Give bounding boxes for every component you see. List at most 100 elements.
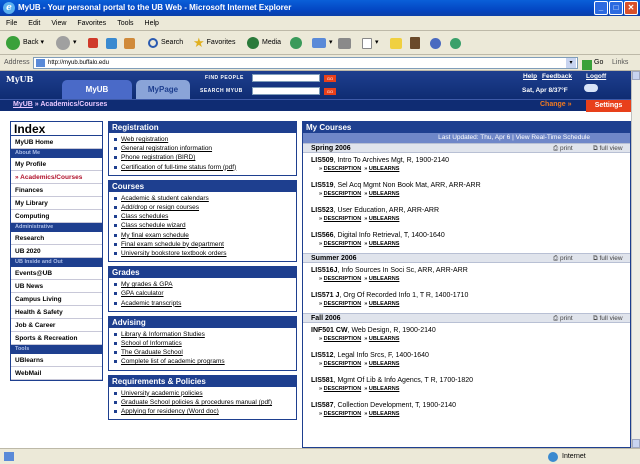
research-button[interactable] bbox=[410, 35, 423, 51]
discuss-button[interactable] bbox=[390, 35, 405, 51]
address-input[interactable]: http://myub.buffalo.edu ▾ bbox=[33, 57, 578, 69]
search-button[interactable]: Search bbox=[148, 35, 183, 51]
ublearns-link[interactable]: UBLEARNS bbox=[369, 336, 400, 342]
menu-file[interactable]: File bbox=[6, 20, 17, 27]
full-view-link[interactable]: ⧉ full view bbox=[593, 144, 623, 154]
link-item[interactable]: Graduate School policies & procedures ma… bbox=[113, 398, 294, 407]
index-item[interactable]: Finances bbox=[11, 184, 102, 197]
description-link[interactable]: DESCRIPTION bbox=[324, 191, 362, 197]
ublearns-link[interactable]: UBLEARNS bbox=[369, 241, 400, 247]
search-myub-input[interactable] bbox=[252, 87, 320, 95]
links-label[interactable]: Links bbox=[612, 55, 628, 71]
menu-favorites[interactable]: Favorites bbox=[77, 20, 106, 27]
description-link[interactable]: DESCRIPTION bbox=[324, 411, 362, 417]
link-item[interactable]: Class schedules bbox=[113, 212, 294, 221]
index-item[interactable]: UB 2020 bbox=[11, 245, 102, 258]
index-item[interactable]: Computing bbox=[11, 210, 102, 223]
link-item[interactable]: Phone registration (BIRD) bbox=[113, 153, 294, 162]
description-link[interactable]: DESCRIPTION bbox=[324, 166, 362, 172]
index-item[interactable]: » Academics/Courses bbox=[11, 171, 102, 184]
vertical-scrollbar[interactable] bbox=[631, 71, 640, 448]
course-code[interactable]: INF501 CW bbox=[311, 327, 348, 334]
refresh-button[interactable] bbox=[106, 35, 120, 51]
link-item[interactable]: Applying for residency (Word doc) bbox=[113, 407, 294, 416]
go-button[interactable]: Go bbox=[582, 55, 603, 71]
home-button[interactable] bbox=[124, 35, 138, 51]
link-item[interactable]: Class schedule wizard bbox=[113, 221, 294, 230]
link-item[interactable]: Final exam schedule by department bbox=[113, 240, 294, 249]
menu-edit[interactable]: Edit bbox=[28, 20, 40, 27]
people-button[interactable] bbox=[450, 35, 464, 51]
description-link[interactable]: DESCRIPTION bbox=[324, 336, 362, 342]
link-item[interactable]: Academic transcripts bbox=[113, 299, 294, 308]
help-link[interactable]: Help bbox=[523, 73, 537, 80]
history-button[interactable] bbox=[290, 35, 305, 51]
description-link[interactable]: DESCRIPTION bbox=[324, 386, 362, 392]
tab-mypage[interactable]: MyPage bbox=[136, 80, 190, 99]
link-item[interactable]: General registration information bbox=[113, 144, 294, 153]
index-item[interactable]: UBlearns bbox=[11, 354, 102, 367]
forward-button[interactable]: ▾ bbox=[56, 35, 77, 51]
ublearns-link[interactable]: UBLEARNS bbox=[369, 191, 400, 197]
index-item[interactable]: Campus Living bbox=[11, 293, 102, 306]
description-link[interactable]: DESCRIPTION bbox=[324, 301, 362, 307]
print-link[interactable]: ⎙ print bbox=[553, 254, 573, 264]
description-link[interactable]: DESCRIPTION bbox=[324, 276, 362, 282]
link-item[interactable]: School of Informatics bbox=[113, 339, 294, 348]
course-code[interactable]: LIS571 J bbox=[311, 292, 339, 299]
print-button[interactable] bbox=[338, 35, 354, 51]
menu-help[interactable]: Help bbox=[145, 20, 159, 27]
edit-button[interactable]: ▾ bbox=[362, 35, 379, 51]
find-people-go-button[interactable]: GO bbox=[324, 75, 336, 82]
mail-button[interactable]: ▾ bbox=[312, 35, 333, 51]
change-link[interactable]: Change » bbox=[540, 101, 572, 108]
description-link[interactable]: DESCRIPTION bbox=[324, 361, 362, 367]
ublearns-link[interactable]: UBLEARNS bbox=[369, 166, 400, 172]
media-button[interactable]: Media bbox=[247, 35, 281, 51]
settings-button[interactable]: Settings bbox=[586, 100, 631, 112]
myub-logo[interactable]: MyUB bbox=[6, 74, 33, 84]
ublearns-link[interactable]: UBLEARNS bbox=[369, 216, 400, 222]
course-code[interactable]: LIS519 bbox=[311, 182, 334, 189]
ublearns-link[interactable]: UBLEARNS bbox=[369, 301, 400, 307]
print-link[interactable]: ⎙ print bbox=[553, 314, 573, 324]
logoff-link[interactable]: Logoff bbox=[586, 73, 606, 80]
course-code[interactable]: LIS566 bbox=[311, 232, 334, 239]
ublearns-link[interactable]: UBLEARNS bbox=[369, 386, 400, 392]
index-item[interactable]: Job & Career bbox=[11, 319, 102, 332]
course-code[interactable]: LIS516J bbox=[311, 267, 337, 274]
messenger-button[interactable] bbox=[430, 35, 444, 51]
description-link[interactable]: DESCRIPTION bbox=[324, 241, 362, 247]
link-item[interactable]: The Graduate School bbox=[113, 348, 294, 357]
link-item[interactable]: Academic & student calendars bbox=[113, 194, 294, 203]
last-updated[interactable]: Last Updated: Thu, Apr 6 | View Real-Tim… bbox=[303, 133, 630, 143]
link-item[interactable]: Certification of full-time status form (… bbox=[113, 163, 294, 172]
stop-button[interactable] bbox=[88, 35, 101, 51]
menu-view[interactable]: View bbox=[51, 20, 66, 27]
course-code[interactable]: LIS509 bbox=[311, 157, 334, 164]
course-code[interactable]: LIS587 bbox=[311, 402, 334, 409]
index-item[interactable]: Health & Safety bbox=[11, 306, 102, 319]
menu-tools[interactable]: Tools bbox=[117, 20, 133, 27]
find-people-input[interactable] bbox=[252, 74, 320, 82]
scroll-up-icon[interactable] bbox=[632, 71, 640, 80]
print-link[interactable]: ⎙ print bbox=[553, 144, 573, 154]
tab-myub[interactable]: MyUB bbox=[62, 80, 132, 99]
back-button[interactable]: Back ▾ bbox=[6, 35, 44, 51]
link-item[interactable]: My final exam schedule bbox=[113, 231, 294, 240]
link-item[interactable]: Add/drop or resign courses bbox=[113, 203, 294, 212]
ublearns-link[interactable]: UBLEARNS bbox=[369, 361, 400, 367]
full-view-link[interactable]: ⧉ full view bbox=[593, 314, 623, 324]
minimize-button[interactable]: _ bbox=[594, 1, 608, 15]
index-item[interactable]: My Library bbox=[11, 197, 102, 210]
link-item[interactable]: My grades & GPA bbox=[113, 280, 294, 289]
ublearns-link[interactable]: UBLEARNS bbox=[369, 411, 400, 417]
link-item[interactable]: University bookstore textbook orders bbox=[113, 249, 294, 258]
maximize-button[interactable]: □ bbox=[609, 1, 623, 15]
index-item[interactable]: Events@UB bbox=[11, 267, 102, 280]
index-item[interactable]: My Profile bbox=[11, 158, 102, 171]
scroll-down-icon[interactable] bbox=[632, 439, 640, 448]
index-item[interactable]: WebMail bbox=[11, 367, 102, 380]
breadcrumb-home[interactable]: MyUB bbox=[13, 101, 33, 108]
favorites-button[interactable]: ★ Favorites bbox=[193, 35, 235, 51]
